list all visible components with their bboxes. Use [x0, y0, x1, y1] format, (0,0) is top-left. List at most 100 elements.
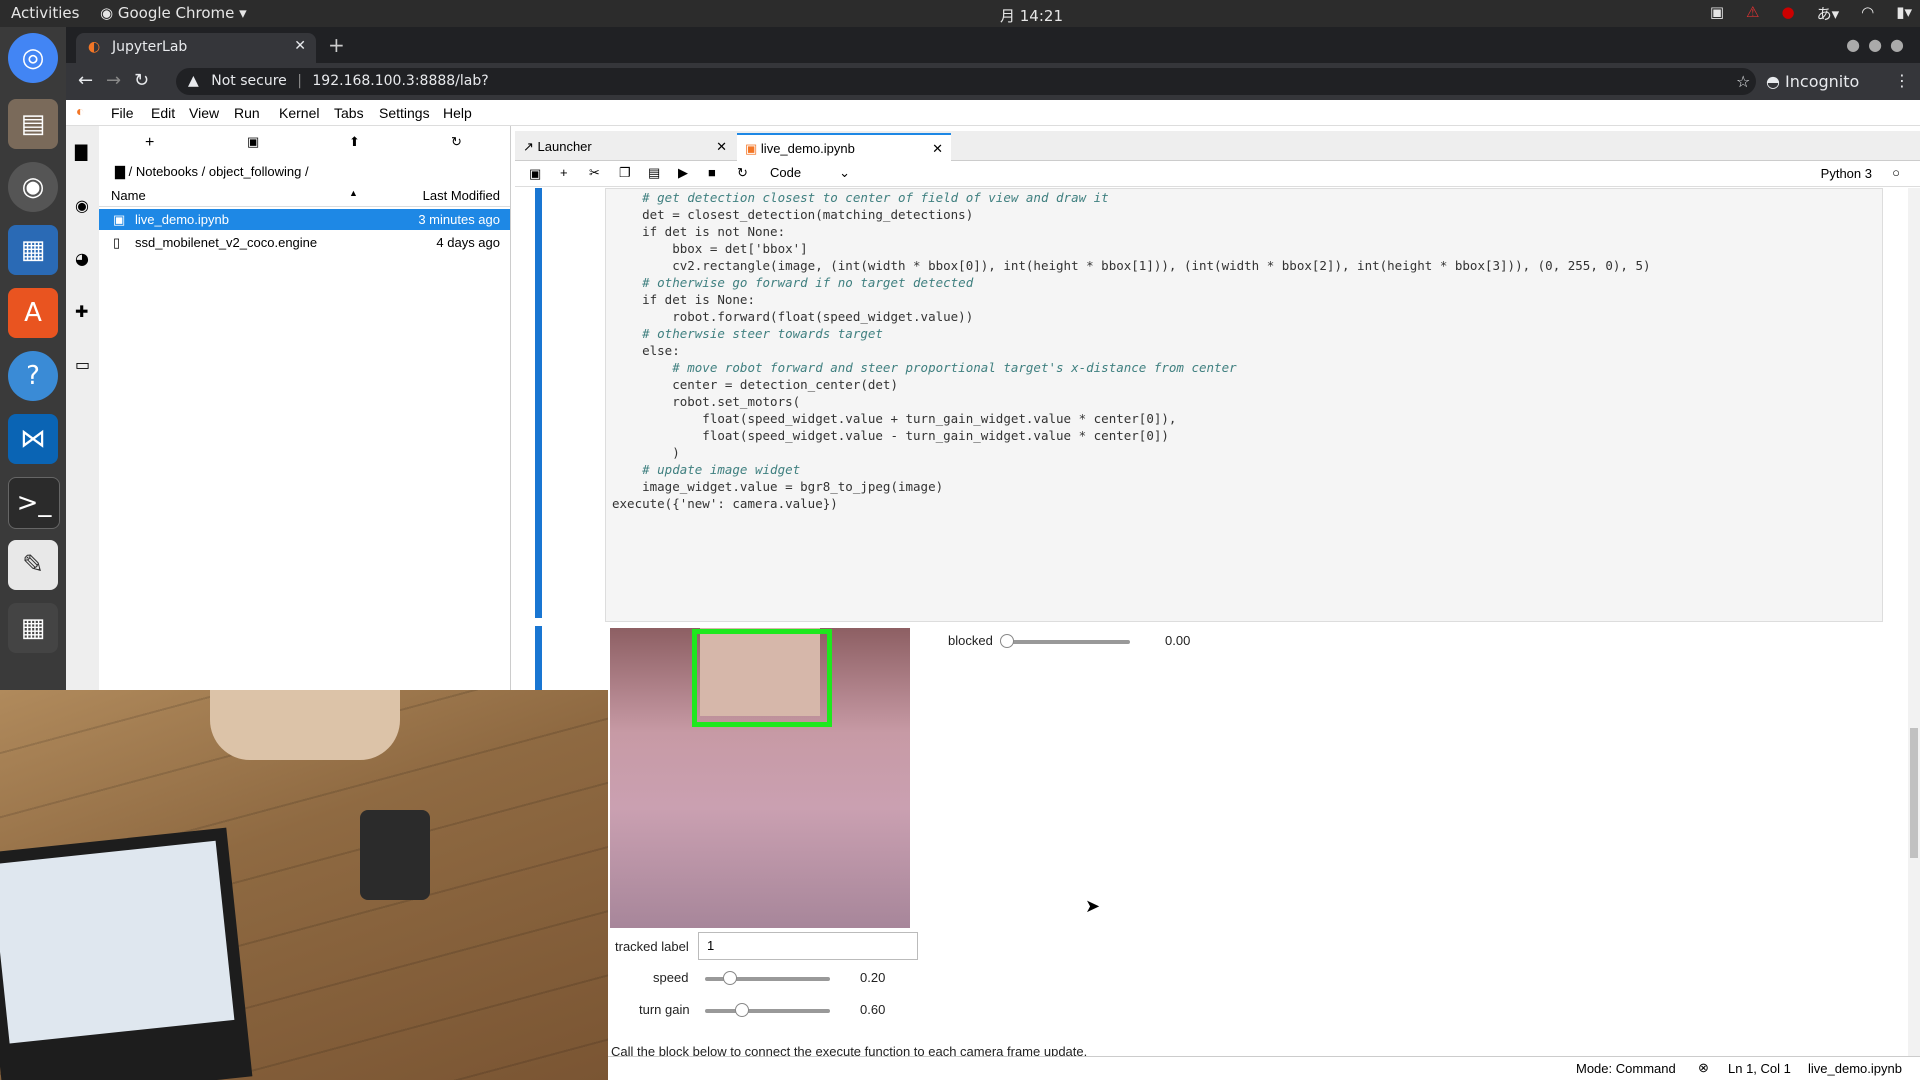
- markdown-cell[interactable]: Call the block below to connect the exec…: [611, 1044, 1087, 1056]
- clock[interactable]: 月 14:21: [1000, 5, 1063, 26]
- current-file: live_demo.ipynb: [1808, 1061, 1902, 1076]
- scrollbar[interactable]: [1908, 188, 1920, 1056]
- turn-gain-slider-track[interactable]: [705, 1009, 830, 1013]
- url-field[interactable]: ▲ Not secure | 192.168.100.3:8888/lab?: [176, 68, 1756, 95]
- menu-icon[interactable]: ⋮: [1894, 71, 1910, 90]
- reload-icon[interactable]: ↻: [134, 70, 149, 91]
- modified-column-header[interactable]: Last Modified: [423, 188, 500, 203]
- close-icon[interactable]: ✕: [932, 135, 943, 162]
- jupyter-logo-icon: ◐: [76, 103, 85, 119]
- software-icon[interactable]: A: [8, 288, 58, 338]
- menu-kernel[interactable]: Kernel: [279, 105, 319, 121]
- incognito-badge[interactable]: ◓ Incognito: [1766, 72, 1859, 91]
- star-icon[interactable]: ☆: [1736, 72, 1750, 91]
- power-icon[interactable]: ▮▾: [1896, 3, 1912, 24]
- code-cell[interactable]: # get detection closest to center of fie…: [605, 188, 1883, 622]
- vscode-icon[interactable]: ⋈: [8, 414, 58, 464]
- menu-settings[interactable]: Settings: [379, 105, 430, 121]
- kernel-name[interactable]: Python 3: [1821, 166, 1872, 181]
- cut-icon[interactable]: ✂: [589, 165, 600, 181]
- tab-live-demo[interactable]: ▣ live_demo.ipynb ✕: [737, 133, 951, 162]
- code-line: # update image widget: [612, 462, 801, 477]
- tabs-icon[interactable]: ▭: [75, 355, 90, 374]
- new-launcher-icon[interactable]: +: [145, 134, 154, 152]
- kernel-status-icon: ○: [1892, 165, 1900, 180]
- file-row[interactable]: ▯ ssd_mobilenet_v2_coco.engine 4 days ag…: [99, 232, 510, 253]
- paste-icon[interactable]: ▤: [648, 165, 660, 181]
- save-icon[interactable]: ▣: [529, 166, 541, 182]
- forward-icon[interactable]: →: [106, 70, 121, 91]
- file-modified: 4 days ago: [436, 235, 500, 250]
- webcam-overlay: [0, 690, 608, 1080]
- mode-indicator[interactable]: Mode: Command: [1576, 1061, 1676, 1076]
- files-icon[interactable]: ▤: [8, 99, 58, 149]
- wifi-icon[interactable]: ◠: [1861, 3, 1874, 24]
- browser-tab-strip: ◐ JupyterLab ✕ + ●●●: [66, 27, 1920, 63]
- chrome-icon[interactable]: ◎: [8, 33, 58, 83]
- add-cell-icon[interactable]: +: [560, 165, 568, 180]
- activities-button[interactable]: Activities: [11, 4, 79, 22]
- scrollbar-thumb[interactable]: [1910, 728, 1918, 858]
- writer-icon[interactable]: ▦: [8, 225, 58, 275]
- notebook-icon: ▣: [745, 141, 758, 156]
- copy-icon[interactable]: ❐: [619, 165, 631, 181]
- menu-run[interactable]: Run: [234, 105, 260, 121]
- help-icon[interactable]: ?: [8, 351, 58, 401]
- terminal-icon[interactable]: >_: [8, 477, 60, 529]
- app-menu[interactable]: ◉ Google Chrome ▾: [100, 4, 247, 22]
- window-controls[interactable]: ●●●: [1846, 35, 1912, 54]
- file-modified: 3 minutes ago: [418, 212, 500, 227]
- cell-type-select[interactable]: Code ⌄: [770, 165, 850, 180]
- refresh-icon[interactable]: ↻: [451, 134, 462, 150]
- browser-tab-title: JupyterLab: [112, 39, 188, 55]
- trusted-icon[interactable]: ⊗: [1698, 1060, 1709, 1076]
- code-line: float(speed_widget.value + turn_gain_wid…: [612, 411, 1177, 426]
- new-folder-icon[interactable]: ▣: [247, 134, 259, 150]
- blocked-slider-track[interactable]: [1005, 640, 1130, 644]
- close-icon[interactable]: ✕: [716, 133, 727, 160]
- launcher-icon: ↗: [523, 139, 534, 154]
- close-tab-icon[interactable]: ✕: [294, 38, 306, 54]
- speed-slider-handle[interactable]: [723, 971, 737, 985]
- code-line: # otherwise go forward if no target dete…: [612, 275, 974, 290]
- record-icon[interactable]: ●: [1781, 3, 1794, 24]
- active-cell-marker: [535, 188, 542, 618]
- blocked-slider-handle[interactable]: [1000, 634, 1014, 648]
- menu-view[interactable]: View: [189, 105, 219, 121]
- menu-file[interactable]: File: [111, 105, 134, 121]
- name-column-header[interactable]: Name: [111, 188, 146, 203]
- tracked-label-input[interactable]: 1: [698, 932, 918, 960]
- system-tray[interactable]: ▣ ⚠ ● あ▾ ◠ ▮▾: [1710, 3, 1912, 24]
- run-icon[interactable]: ▶: [678, 165, 688, 181]
- stop-icon[interactable]: ■: [708, 165, 716, 180]
- rhythmbox-icon[interactable]: ◉: [8, 162, 58, 212]
- file-row-selected[interactable]: ▣ live_demo.ipynb 3 minutes ago: [99, 209, 510, 230]
- back-icon[interactable]: ←: [78, 70, 93, 91]
- folder-icon[interactable]: ▇: [75, 142, 87, 161]
- calculator-icon[interactable]: ▦: [8, 603, 58, 653]
- file-browser: + ▣ ⬆ ↻ ▇ / Notebooks / object_following…: [99, 126, 511, 690]
- running-icon[interactable]: ◉: [75, 196, 89, 215]
- cell-type-value: Code: [770, 165, 802, 180]
- jupyter-favicon: ◐: [88, 39, 101, 55]
- menu-tabs[interactable]: Tabs: [334, 105, 364, 121]
- palette-icon[interactable]: ◕: [75, 249, 89, 268]
- notebook-icon: ▣: [113, 212, 126, 227]
- cursor-position[interactable]: Ln 1, Col 1: [1728, 1061, 1791, 1076]
- restart-icon[interactable]: ↻: [737, 165, 748, 181]
- code-line: # move robot forward and steer proportio…: [612, 360, 1237, 375]
- browser-tab[interactable]: ◐ JupyterLab ✕: [76, 33, 316, 63]
- code-line: else:: [612, 343, 680, 358]
- tab-launcher[interactable]: ↗ Launcher ✕: [515, 133, 735, 160]
- turn-gain-slider-handle[interactable]: [735, 1003, 749, 1017]
- wrench-icon[interactable]: ✚: [75, 302, 88, 321]
- upload-icon[interactable]: ⬆: [349, 134, 360, 150]
- text-editor-icon[interactable]: ✎: [8, 540, 58, 590]
- breadcrumb-path[interactable]: / Notebooks / object_following /: [129, 164, 309, 179]
- new-tab-icon[interactable]: +: [328, 33, 345, 57]
- menu-help[interactable]: Help: [443, 105, 472, 121]
- menu-edit[interactable]: Edit: [151, 105, 175, 121]
- input-method-icon[interactable]: あ▾: [1817, 3, 1840, 24]
- discord-icon[interactable]: ▣: [1710, 3, 1724, 24]
- warning-icon[interactable]: ⚠: [1746, 3, 1759, 24]
